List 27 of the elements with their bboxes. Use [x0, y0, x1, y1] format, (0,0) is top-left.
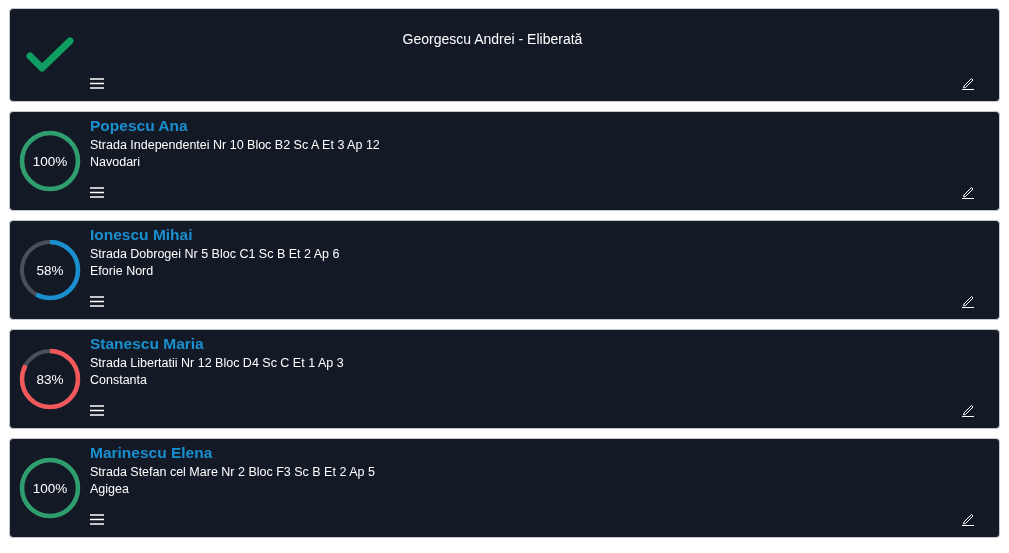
person-name: Marinescu Elena [90, 444, 213, 462]
edit-icon[interactable] [961, 77, 975, 90]
card-title: Georgescu Andrei - Eliberată [402, 31, 583, 47]
edit-icon[interactable] [961, 404, 975, 417]
menu-icon[interactable] [90, 78, 104, 89]
address-text: Strada Independentei Nr 10 Bloc B2 Sc A Et 3 Ap 12 [90, 138, 380, 152]
address-text: Strada Stefan cel Mare Nr 2 Bloc F3 Sc B Et 2 Ap 5 [90, 465, 375, 479]
menu-icon[interactable] [90, 405, 104, 416]
city-text: Eforie Nord [90, 264, 154, 278]
address-text: Strada Dobrogei Nr 5 Bloc C1 Sc B Et 2 Ap 6 [90, 247, 340, 261]
menu-icon[interactable] [90, 514, 104, 525]
person-name: Ionescu Mihai [90, 226, 193, 244]
person-name: Stanescu Maria [90, 335, 204, 353]
menu-icon[interactable] [90, 296, 104, 307]
percent-label: 100% [32, 480, 68, 496]
percent-label: 83% [36, 371, 64, 387]
city-text: Agigea [90, 482, 129, 496]
person-name: Popescu Ana [90, 117, 188, 135]
city-text: Constanta [90, 373, 147, 387]
percent-label: 58% [36, 262, 64, 278]
percent-label: 100% [32, 153, 68, 169]
edit-icon[interactable] [961, 186, 975, 199]
edit-icon[interactable] [961, 513, 975, 526]
city-text: Navodari [90, 155, 141, 169]
menu-icon[interactable] [90, 187, 104, 198]
address-text: Strada Libertatii Nr 12 Bloc D4 Sc C Et 1 Ap 3 [90, 356, 344, 370]
edit-icon[interactable] [961, 295, 975, 308]
